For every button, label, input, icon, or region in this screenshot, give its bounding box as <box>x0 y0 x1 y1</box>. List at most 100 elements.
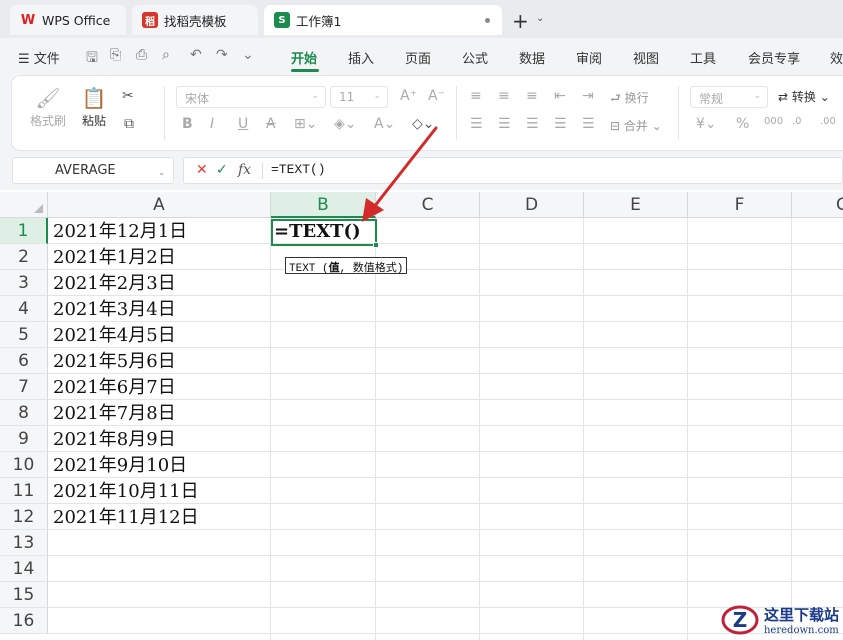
align-top-icon[interactable]: ≡ <box>470 88 482 104</box>
cell-b1[interactable]: =TEXT() <box>274 221 361 242</box>
save-icon[interactable]: 🖫 <box>86 47 98 71</box>
row-header[interactable]: 16 <box>0 608 48 634</box>
menu-view[interactable]: 视图 <box>633 48 659 67</box>
decrease-font-icon[interactable]: A⁻ <box>428 88 445 104</box>
row-header[interactable]: 13 <box>0 530 48 556</box>
font-color-icon[interactable]: A⌄ <box>374 116 395 132</box>
wrap-text-button[interactable]: ⮐ 换行 <box>610 89 649 110</box>
row-header[interactable]: 9 <box>0 426 48 452</box>
column-header-f[interactable]: F <box>688 192 792 218</box>
file-menu[interactable]: ☰ 文件 <box>18 48 60 67</box>
row-header[interactable]: 4 <box>0 296 48 322</box>
increase-font-icon[interactable]: A⁺ <box>400 88 417 104</box>
italic-icon[interactable]: I <box>210 116 214 132</box>
row-header[interactable]: 7 <box>0 374 48 400</box>
fill-handle[interactable] <box>373 242 379 248</box>
column-header-e[interactable]: E <box>584 192 688 218</box>
row-header[interactable]: 2 <box>0 244 48 270</box>
indent-decrease-icon[interactable]: ⇤ <box>554 88 566 104</box>
cell-a[interactable]: 2021年12月1日 <box>53 218 187 244</box>
font-name-select[interactable]: 宋体 ⌄ <box>176 86 326 108</box>
increase-decimal-icon[interactable]: .0 <box>792 116 802 127</box>
menu-tools[interactable]: 工具 <box>690 48 716 67</box>
redo-icon[interactable]: ↷ <box>216 47 228 63</box>
menu-insert[interactable]: 插入 <box>348 48 374 67</box>
tab-wps-office[interactable]: W WPS Office <box>10 5 126 35</box>
name-box[interactable]: AVERAGE ⌄ <box>12 157 174 184</box>
row-header[interactable]: 6 <box>0 348 48 374</box>
menu-efficiency[interactable]: 效 <box>830 48 843 67</box>
row-header[interactable]: 5 <box>0 322 48 348</box>
merge-cells-button[interactable]: ⊟ 合并 ⌄ <box>610 117 662 134</box>
export-icon[interactable]: ⎘ <box>110 47 121 63</box>
strikethrough-icon[interactable]: A <box>266 116 276 132</box>
row-header[interactable]: 14 <box>0 556 48 582</box>
tab-list-chevron-icon[interactable]: ⌄ <box>536 13 544 24</box>
row-header[interactable]: 10 <box>0 452 48 478</box>
copy-icon[interactable]: ⧉ <box>124 116 134 132</box>
align-left-icon[interactable]: ☰ <box>470 116 483 132</box>
tab-template[interactable]: 稻 找稻壳模板 <box>132 5 258 35</box>
fill-color-icon[interactable]: ◈⌄ <box>334 116 357 132</box>
menu-formula[interactable]: 公式 <box>462 48 488 67</box>
insert-function-icon[interactable]: fx <box>238 162 251 178</box>
quick-access-chevron-icon[interactable]: ⌄ <box>242 47 254 63</box>
row-header[interactable]: 8 <box>0 400 48 426</box>
thousands-icon[interactable]: 000 <box>764 116 783 127</box>
column-header-a[interactable]: A <box>48 192 271 218</box>
chevron-down-icon[interactable]: ⌄ <box>158 168 165 177</box>
tab-workbook[interactable]: S 工作簿1 <box>264 5 502 35</box>
distributed-icon[interactable]: ☰ <box>582 116 595 132</box>
cancel-icon[interactable]: ✕ <box>196 162 208 178</box>
undo-icon[interactable]: ↶ <box>190 47 202 63</box>
unsaved-dot-icon[interactable] <box>485 18 490 23</box>
menu-review[interactable]: 审阅 <box>576 48 602 67</box>
indent-increase-icon[interactable]: ⇥ <box>582 88 594 104</box>
row-header[interactable]: 15 <box>0 582 48 608</box>
cell-a[interactable]: 2021年11月12日 <box>53 504 199 530</box>
decrease-decimal-icon[interactable]: .00 <box>820 116 836 127</box>
row-header[interactable]: 3 <box>0 270 48 296</box>
cut-icon[interactable]: ✂ <box>122 88 134 104</box>
row-header[interactable]: 11 <box>0 478 48 504</box>
formula-text[interactable]: =TEXT() <box>271 162 326 177</box>
menu-member[interactable]: 会员专享 <box>748 48 800 67</box>
percent-icon[interactable]: % <box>736 116 749 132</box>
spreadsheet-grid[interactable]: A B C D E F G 1 2021年12月1日 2 2021年1月2日 3 2021… <box>0 192 843 640</box>
format-painter-button[interactable]: 🖌 格式刷 <box>28 86 68 129</box>
row-header[interactable]: 12 <box>0 504 48 530</box>
cell-a[interactable]: 2021年2月3日 <box>53 270 176 296</box>
cell-a[interactable]: 2021年5月6日 <box>53 348 176 374</box>
formula-input[interactable]: ✕ ✓ fx =TEXT() <box>183 157 843 184</box>
align-middle-icon[interactable]: ≡ <box>498 88 510 104</box>
bold-icon[interactable]: B <box>182 116 193 132</box>
cell-a[interactable]: 2021年9月10日 <box>53 452 187 478</box>
cell-a[interactable]: 2021年4月5日 <box>53 322 176 348</box>
cell-a[interactable]: 2021年1月2日 <box>53 244 176 270</box>
convert-button[interactable]: ⇄ 转换 ⌄ <box>778 88 830 105</box>
print-icon[interactable]: ⎙ <box>136 47 147 63</box>
cell-a[interactable]: 2021年6月7日 <box>53 374 176 400</box>
column-header-b[interactable]: B <box>271 192 376 218</box>
menu-page[interactable]: 页面 <box>405 48 431 67</box>
menu-home[interactable]: 开始 <box>291 48 317 67</box>
column-header-d[interactable]: D <box>480 192 584 218</box>
border-icon[interactable]: ⊞⌄ <box>294 116 317 132</box>
column-header-g[interactable]: G <box>792 192 843 218</box>
font-size-select[interactable]: 11 ⌄ <box>330 86 388 108</box>
align-right-icon[interactable]: ☰ <box>526 116 539 132</box>
menu-data[interactable]: 数据 <box>519 48 545 67</box>
cell-a[interactable]: 2021年10月11日 <box>53 478 199 504</box>
align-center-icon[interactable]: ☰ <box>498 116 511 132</box>
currency-icon[interactable]: ¥⌄ <box>696 116 717 132</box>
underline-icon[interactable]: U <box>238 116 248 132</box>
clear-format-icon[interactable]: ◇⌄ <box>412 116 435 132</box>
new-tab-plus-icon[interactable]: + <box>512 9 529 33</box>
row-header[interactable]: 1 <box>0 218 48 244</box>
column-header-c[interactable]: C <box>376 192 480 218</box>
confirm-icon[interactable]: ✓ <box>216 162 228 178</box>
justify-icon[interactable]: ☰ <box>554 116 567 132</box>
number-format-select[interactable]: 常规 ⌄ <box>690 86 768 108</box>
cell-a[interactable]: 2021年8月9日 <box>53 426 176 452</box>
align-bottom-icon[interactable]: ≡ <box>526 88 538 104</box>
